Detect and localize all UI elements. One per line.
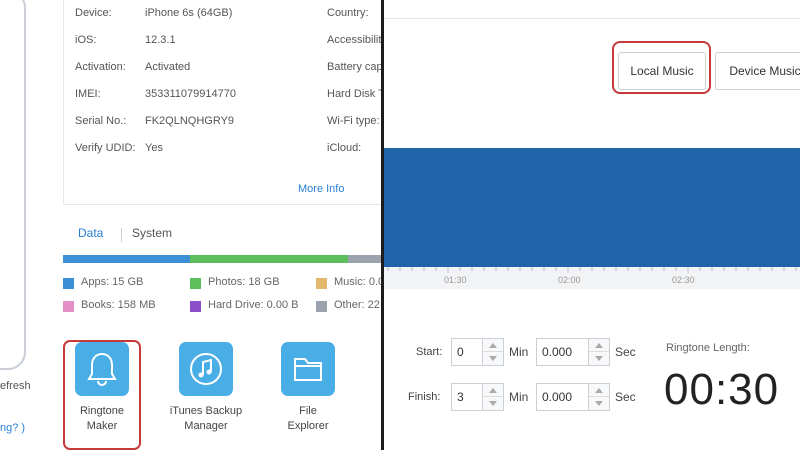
info-row-ios: iOS: 12.3.1 Accessibilit: [64, 27, 381, 54]
start-sec-spinner[interactable]: [588, 338, 610, 366]
tool-label-line2: Manager: [184, 420, 228, 432]
info-value: iPhone 6s (64GB): [145, 7, 233, 19]
timeline-ruler: 01:30 02:00 02:30: [384, 267, 800, 289]
info-row-activation: Activation: Activated Battery cap: [64, 54, 381, 81]
local-music-highlight: [612, 41, 711, 94]
music-note-icon: [179, 342, 233, 396]
storage-usage-bar: [63, 255, 381, 263]
start-label: Start:: [416, 346, 443, 358]
timeline-tick-label: 02:30: [672, 275, 695, 285]
finish-min-unit: Min: [509, 390, 529, 404]
timeline-ticks: [387, 267, 797, 273]
finish-min-spinner[interactable]: [482, 383, 504, 411]
spinner-down-icon[interactable]: [589, 352, 609, 365]
info-value: FK2QLNQHGRY9: [145, 115, 235, 127]
help-link[interactable]: ng? ): [0, 422, 25, 434]
top-divider-line: [384, 18, 800, 19]
ringtone-editor-panel: Local Music Device Music 01:30 02:00 02:…: [384, 0, 800, 450]
device-overview-panel: efresh ng? ) Device: iPhone 6s (64GB) Co…: [0, 0, 381, 450]
tool-label-line1: File: [299, 405, 317, 417]
info-value: Yes: [145, 142, 163, 154]
tab-divider: [121, 228, 122, 242]
audio-waveform[interactable]: [384, 148, 800, 267]
storage-segment-apps: [63, 255, 190, 263]
device-info-card: Device: iPhone 6s (64GB) Country: iOS: 1…: [63, 0, 381, 205]
start-min-spinner[interactable]: [482, 338, 504, 366]
ringtone-maker-highlight: [63, 340, 141, 450]
info-key: Device:: [75, 7, 112, 19]
start-min-unit: Min: [509, 345, 529, 359]
ringtone-length-value: 00:30: [664, 365, 780, 414]
timeline-tick-label: 01:30: [444, 275, 467, 285]
legend-swatch: [63, 301, 74, 312]
info-row-udid: Verify UDID: Yes iCloud:: [64, 135, 381, 162]
info-key: Activation:: [75, 61, 126, 73]
finish-sec-unit: Sec: [615, 390, 636, 404]
info-row-serial: Serial No.: FK2QLNQHGRY9 Wi-Fi type:: [64, 108, 381, 135]
spinner-up-icon[interactable]: [483, 339, 503, 352]
legend-label: Other: 22: [334, 299, 380, 311]
finish-sec-input[interactable]: 0.000: [536, 383, 594, 411]
finish-label: Finish:: [408, 391, 441, 403]
info-key: IMEI:: [75, 88, 101, 100]
ringtone-length-label: Ringtone Length:: [666, 342, 750, 354]
more-info-link[interactable]: More Info: [298, 183, 344, 195]
legend-label: Books: 158 MB: [81, 299, 156, 311]
info-key-2: Country:: [327, 7, 369, 19]
start-sec-input[interactable]: 0.000: [536, 338, 594, 366]
spinner-up-icon[interactable]: [589, 384, 609, 397]
timeline-tick-label: 02:00: [558, 275, 581, 285]
legend-swatch: [190, 301, 201, 312]
refresh-link[interactable]: efresh: [0, 380, 31, 392]
tab-system[interactable]: System: [132, 226, 172, 240]
info-key-2: Hard Disk T: [327, 88, 381, 100]
info-key-2: Wi-Fi type:: [327, 115, 380, 127]
spinner-down-icon[interactable]: [483, 397, 503, 410]
info-key: Verify UDID:: [75, 142, 136, 154]
tool-label-line2: Explorer: [287, 420, 329, 432]
legend-swatch: [316, 278, 327, 289]
tab-data[interactable]: Data: [78, 226, 103, 240]
spinner-down-icon[interactable]: [483, 352, 503, 365]
info-key-2: Accessibilit: [327, 34, 381, 46]
finish-min-input[interactable]: 3: [451, 383, 483, 411]
info-value: Activated: [145, 61, 191, 73]
info-key-2: iCloud:: [327, 142, 362, 154]
spinner-up-icon[interactable]: [483, 384, 503, 397]
info-key: Serial No.:: [75, 115, 127, 127]
spinner-down-icon[interactable]: [589, 397, 609, 410]
info-value: 12.3.1: [145, 34, 176, 46]
legend-label: Photos: 18 GB: [208, 276, 280, 288]
tool-label-line1: iTunes Backup: [169, 405, 243, 417]
phone-illustration: [0, 0, 26, 370]
legend-label: Apps: 15 GB: [81, 276, 144, 288]
legend-swatch: [190, 278, 201, 289]
folder-icon: [281, 342, 335, 396]
itunes-backup-manager-tool[interactable]: iTunes Backup Manager: [166, 342, 246, 434]
legend-swatch: [316, 301, 327, 312]
info-key-2: Battery cap: [327, 61, 381, 73]
device-music-button[interactable]: Device Music: [715, 52, 800, 90]
storage-segment-photos: [190, 255, 348, 263]
info-value: 353311079914770: [145, 88, 236, 100]
start-sec-unit: Sec: [615, 345, 636, 359]
legend-label: Music: 0.0: [334, 276, 381, 288]
start-min-input[interactable]: 0: [451, 338, 483, 366]
info-row-device: Device: iPhone 6s (64GB) Country:: [64, 0, 381, 27]
legend-label: Hard Drive: 0.00 B: [208, 299, 299, 311]
file-explorer-tool[interactable]: File Explorer: [268, 342, 348, 434]
legend-swatch: [63, 278, 74, 289]
spinner-up-icon[interactable]: [589, 339, 609, 352]
info-key: iOS:: [75, 34, 97, 46]
finish-sec-spinner[interactable]: [588, 383, 610, 411]
info-row-imei: IMEI: 353311079914770 Hard Disk T: [64, 81, 381, 108]
